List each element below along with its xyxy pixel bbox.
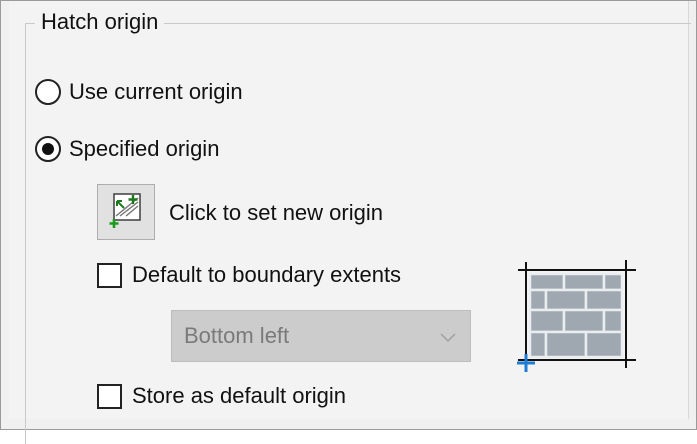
specified-origin-option[interactable]: Specified origin (35, 136, 219, 162)
hatch-preview-icon (514, 256, 644, 381)
set-new-origin-label: Click to set new origin (169, 200, 383, 225)
chevron-down-icon (440, 323, 456, 349)
set-new-origin-button[interactable] (97, 184, 155, 240)
default-boundary-extents-checkbox[interactable] (97, 262, 122, 288)
specified-origin-radio[interactable] (35, 136, 61, 162)
default-boundary-extents-option[interactable]: Default to boundary extents (97, 262, 401, 288)
origin-position-select[interactable]: Bottom left (171, 310, 471, 362)
store-default-origin-label: Store as default origin (132, 383, 347, 408)
use-current-origin-option[interactable]: Use current origin (35, 79, 243, 105)
default-boundary-extents-label: Default to boundary extents (132, 262, 402, 287)
set-origin-icon (106, 190, 146, 235)
store-default-origin-option[interactable]: Store as default origin (97, 383, 346, 409)
use-current-origin-label: Use current origin (69, 79, 243, 104)
store-default-origin-checkbox[interactable] (97, 383, 122, 409)
origin-position-value: Bottom left (184, 323, 290, 348)
specified-origin-label: Specified origin (69, 136, 220, 161)
dialog-frame: Hatch origin Use current origin Specifie… (0, 0, 697, 444)
use-current-origin-radio[interactable] (35, 79, 61, 105)
group-title: Hatch origin (35, 9, 165, 35)
hatch-origin-panel: Hatch origin Use current origin Specifie… (9, 1, 691, 444)
